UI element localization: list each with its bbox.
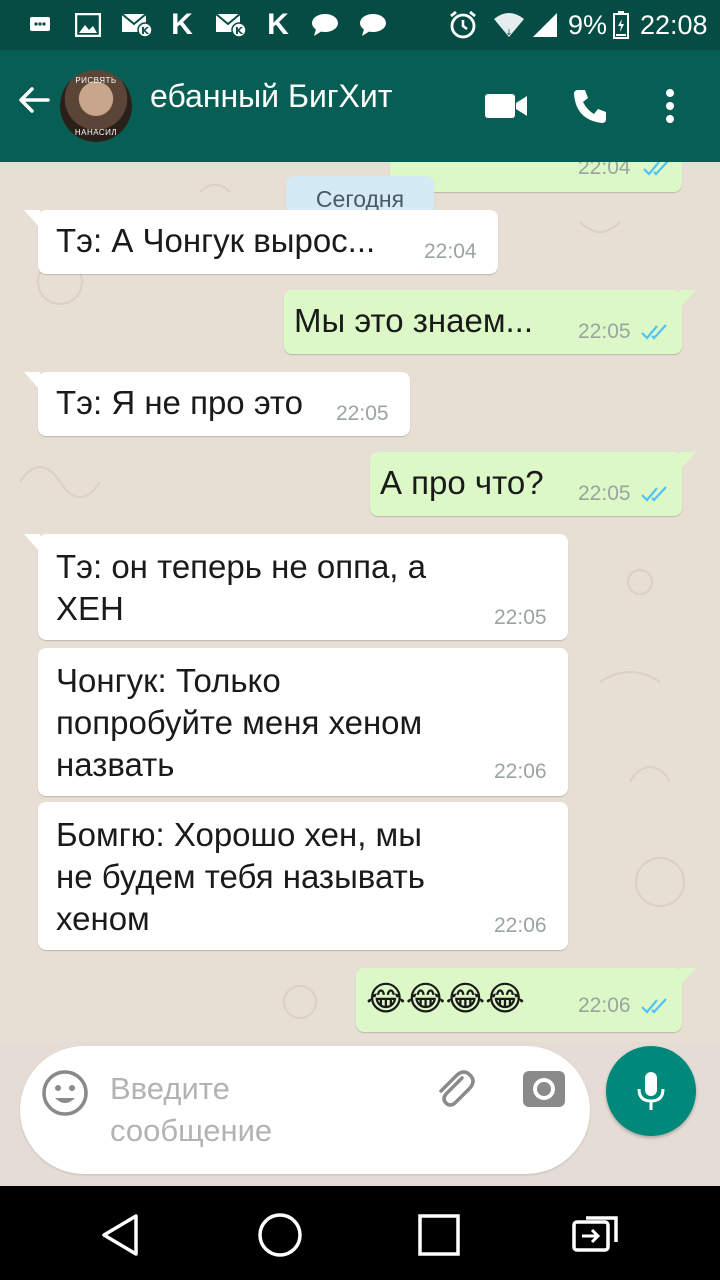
switch-app-icon [572, 1216, 618, 1252]
message-time: 22:06 [578, 994, 631, 1017]
emoji-message: 😂😂😂😂 [366, 980, 525, 1018]
message-text-line: Чонгук: Только [56, 662, 281, 699]
placeholder-line: Введите [110, 1071, 230, 1106]
video-call-button[interactable] [480, 80, 532, 132]
voice-message-button[interactable] [606, 1046, 696, 1136]
message-bubble-outgoing[interactable]: А про что? 22:05 [370, 452, 696, 516]
emoji-button[interactable] [40, 1068, 90, 1118]
avatar[interactable]: РИСВЯТЬ НАНАСИЛ [60, 70, 132, 142]
message-time: 22:04 [424, 240, 477, 263]
bubble-tail [680, 290, 696, 308]
battery-icon [612, 10, 630, 40]
message-text: Тэ: Я не про это [56, 384, 304, 421]
message-bubble-incoming[interactable]: Тэ: он теперь не оппа, а ХЕН 22:05 [24, 534, 568, 640]
svg-text:↓: ↓ [506, 28, 513, 37]
svg-text:K: K [141, 26, 150, 37]
status-time: 22:08 [640, 10, 708, 40]
back-arrow-icon [19, 87, 50, 113]
chat-header: РИСВЯТЬ НАНАСИЛ ебанный БигХит [0, 50, 720, 162]
microphone-icon [637, 1072, 665, 1110]
bubble-tail [24, 210, 40, 228]
message-text: пхахахах [408, 162, 546, 170]
back-triangle-icon [102, 1214, 138, 1256]
camera-button[interactable] [520, 1066, 568, 1112]
image-icon [74, 10, 102, 40]
message-bubble-incoming[interactable]: Чонгук: Только попробуйте меня хеном наз… [38, 648, 568, 796]
more-options-button[interactable] [644, 80, 696, 132]
wifi-icon: ↓ [492, 10, 526, 40]
message-input[interactable]: Введите сообщение [110, 1068, 410, 1152]
svg-text:K: K [235, 26, 244, 37]
nav-switch-app-button[interactable] [570, 1208, 624, 1262]
message-text-line: хеном [56, 900, 150, 937]
kaspersky-icon: K [267, 8, 289, 41]
message-time: 22:05 [494, 606, 547, 629]
placeholder-line: сообщение [110, 1113, 273, 1148]
more-vert-icon [666, 89, 674, 123]
vk-mail-icon: K [120, 10, 154, 40]
message-time: 22:05 [578, 482, 631, 505]
message-text-line: ХЕН [56, 590, 124, 627]
bubble-tail [680, 452, 696, 470]
read-ticks-icon [641, 998, 667, 1014]
message-text-line: Тэ: он теперь не оппа, а [56, 548, 426, 585]
message-icon [28, 10, 52, 40]
message-time: 22:06 [494, 760, 547, 783]
battery-percent: 9% [568, 10, 608, 40]
phone-icon [574, 90, 606, 123]
message-bubble-outgoing[interactable]: 😂😂😂😂 22:06 [356, 968, 696, 1032]
message-text: Мы это знаем... [294, 302, 534, 339]
read-ticks-icon [641, 486, 667, 502]
signal-icon [530, 10, 560, 40]
read-ticks-icon [641, 324, 667, 340]
attach-button[interactable] [432, 1066, 478, 1112]
message-text-line: Бомгю: Хорошо хен, мы [56, 816, 422, 853]
message-text-line: назвать [56, 746, 175, 783]
message-bubble-incoming[interactable]: Тэ: А Чонгук вырос... 22:04 [24, 210, 498, 274]
message-time: 22:05 [578, 320, 631, 343]
chat-title[interactable]: ебанный БигХит [150, 78, 392, 115]
message-text-line: не будем тебя называть [56, 858, 425, 895]
message-time: 22:04 [578, 162, 631, 179]
voice-call-button[interactable] [564, 80, 616, 132]
status-bar: K K K K ↓ 9% 22:08 [0, 0, 720, 50]
message-bubble-incoming[interactable]: Тэ: Я не про это 22:05 [24, 372, 410, 436]
chat-bubble-icon [310, 10, 340, 40]
smiley-icon [42, 1070, 88, 1116]
chat-bubble-icon [358, 10, 388, 40]
vk-mail-icon: K [214, 10, 248, 40]
kaspersky-icon: K [171, 8, 193, 41]
message-time: 22:05 [336, 402, 389, 425]
message-text: А про что? [380, 464, 544, 501]
bubble-tail [680, 968, 696, 986]
message-text: Тэ: А Чонгук вырос... [56, 222, 376, 259]
alarm-icon [446, 10, 480, 40]
video-camera-icon [485, 94, 527, 118]
avatar-caption-bottom: НАНАСИЛ [74, 128, 118, 137]
bubble-tail [24, 372, 40, 390]
message-bubble-outgoing[interactable]: Мы это знаем... 22:05 [284, 290, 696, 354]
nav-recents-button[interactable] [412, 1208, 466, 1262]
message-text-line: попробуйте меня хеном [56, 704, 423, 741]
message-composer[interactable]: Введите сообщение [20, 1046, 590, 1174]
avatar-caption-top: РИСВЯТЬ [75, 76, 117, 85]
message-bubble-incoming[interactable]: Бомгю: Хорошо хен, мы не будем тебя назы… [38, 802, 568, 950]
read-ticks-icon [643, 162, 669, 176]
nav-home-button[interactable] [253, 1208, 307, 1262]
bubble-tail [24, 534, 40, 552]
back-button[interactable] [16, 82, 56, 130]
chat-area[interactable]: пхахахах 22:04 Сегодня Тэ: А Чонгук выро… [0, 162, 720, 1042]
camera-icon [523, 1071, 565, 1107]
system-nav-bar [0, 1186, 720, 1280]
paperclip-icon [439, 1070, 475, 1107]
nav-back-button[interactable] [94, 1208, 148, 1262]
recents-square-icon [418, 1214, 460, 1256]
message-time: 22:06 [494, 914, 547, 937]
home-circle-icon [258, 1213, 302, 1257]
